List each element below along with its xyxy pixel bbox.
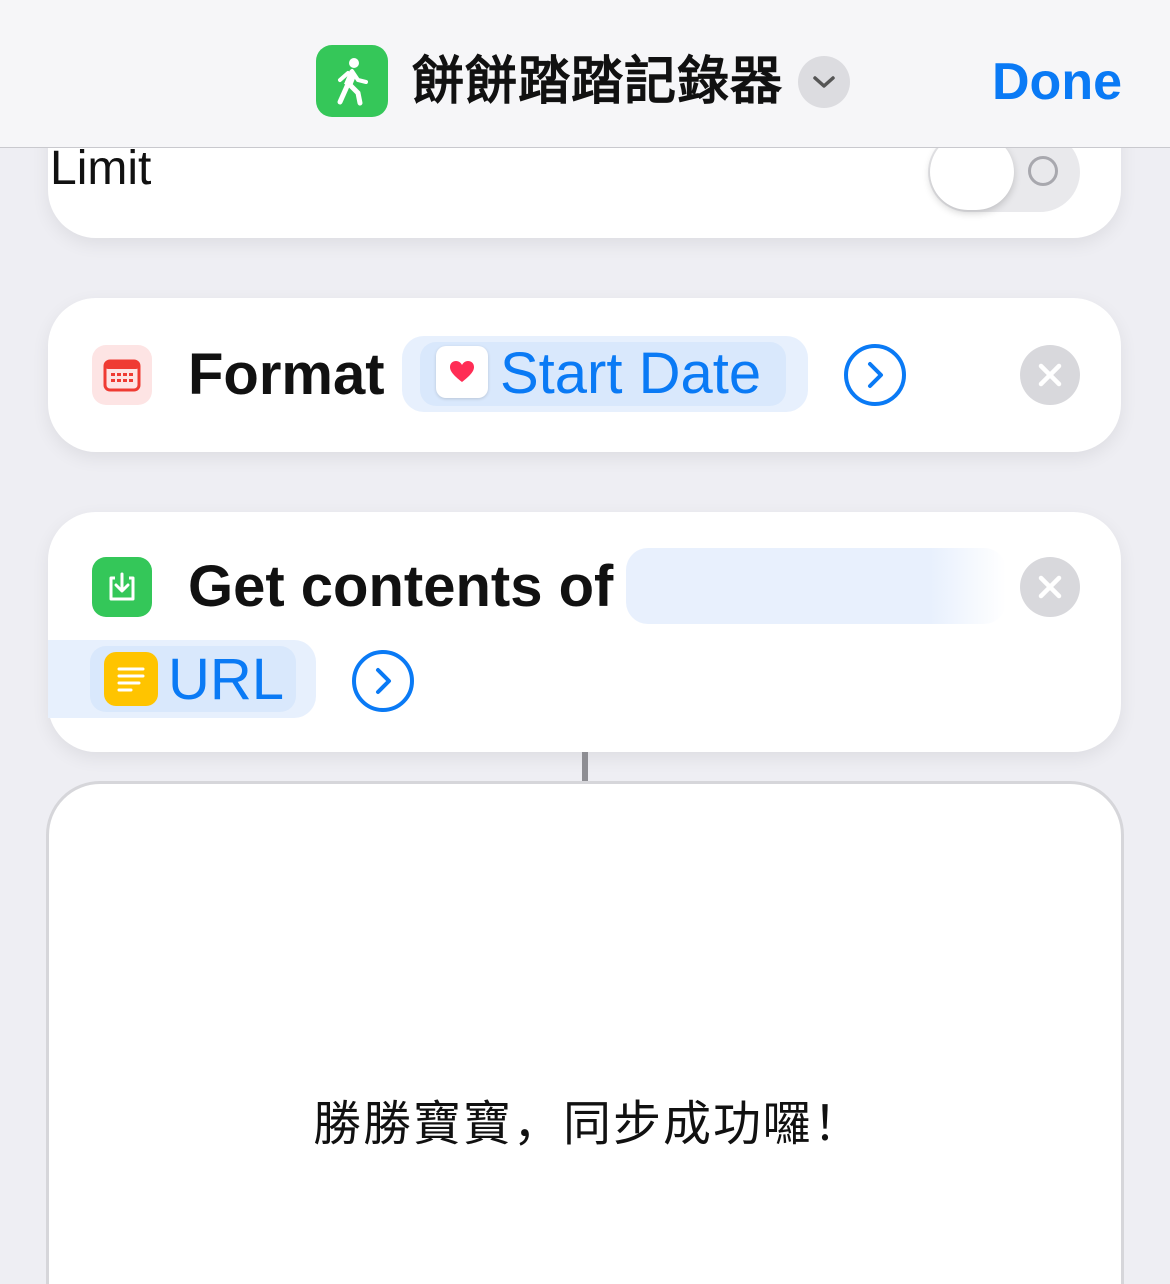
text-document-icon	[104, 652, 158, 706]
result-text: 勝勝寶寶，同步成功囉！	[312, 1096, 863, 1152]
remove-action-button[interactable]	[1020, 557, 1080, 617]
walking-person-icon[interactable]	[316, 45, 388, 117]
action-connector-line	[582, 752, 588, 782]
heart-icon	[436, 346, 488, 398]
chevron-right-circle-icon[interactable]	[352, 650, 414, 712]
toggle-off-indicator-icon	[1028, 156, 1058, 186]
result-preview-card: 勝勝寶寶，同步成功囉！	[46, 781, 1124, 1284]
get-contents-action-card[interactable]: Get contents of URL	[48, 512, 1121, 752]
start-date-variable-token[interactable]: Start Date	[402, 336, 808, 412]
download-icon	[92, 557, 152, 617]
limit-label: Limit	[50, 142, 152, 195]
close-icon	[1038, 363, 1062, 387]
close-icon	[1038, 575, 1062, 599]
get-contents-action-label: Get contents of	[188, 554, 614, 619]
shortcut-editor-screen: 餅餅踏踏記錄器 Done Limit Format Start Date Get…	[0, 0, 1170, 1284]
url-variable-token[interactable]: URL	[48, 640, 316, 718]
url-token-continuation[interactable]	[626, 548, 1006, 624]
calendar-icon	[92, 345, 152, 405]
navigation-bar: 餅餅踏踏記錄器 Done	[0, 0, 1170, 148]
chevron-down-icon[interactable]	[798, 56, 850, 108]
done-button[interactable]: Done	[992, 52, 1122, 112]
format-action-card[interactable]: Format Start Date	[48, 298, 1121, 452]
format-action-label: Format	[188, 342, 385, 407]
remove-action-button[interactable]	[1020, 345, 1080, 405]
chevron-right-circle-icon[interactable]	[844, 344, 906, 406]
start-date-variable-label: Start Date	[500, 341, 762, 406]
shortcut-title[interactable]: 餅餅踏踏記錄器	[412, 50, 783, 114]
url-variable-label: URL	[168, 647, 285, 712]
